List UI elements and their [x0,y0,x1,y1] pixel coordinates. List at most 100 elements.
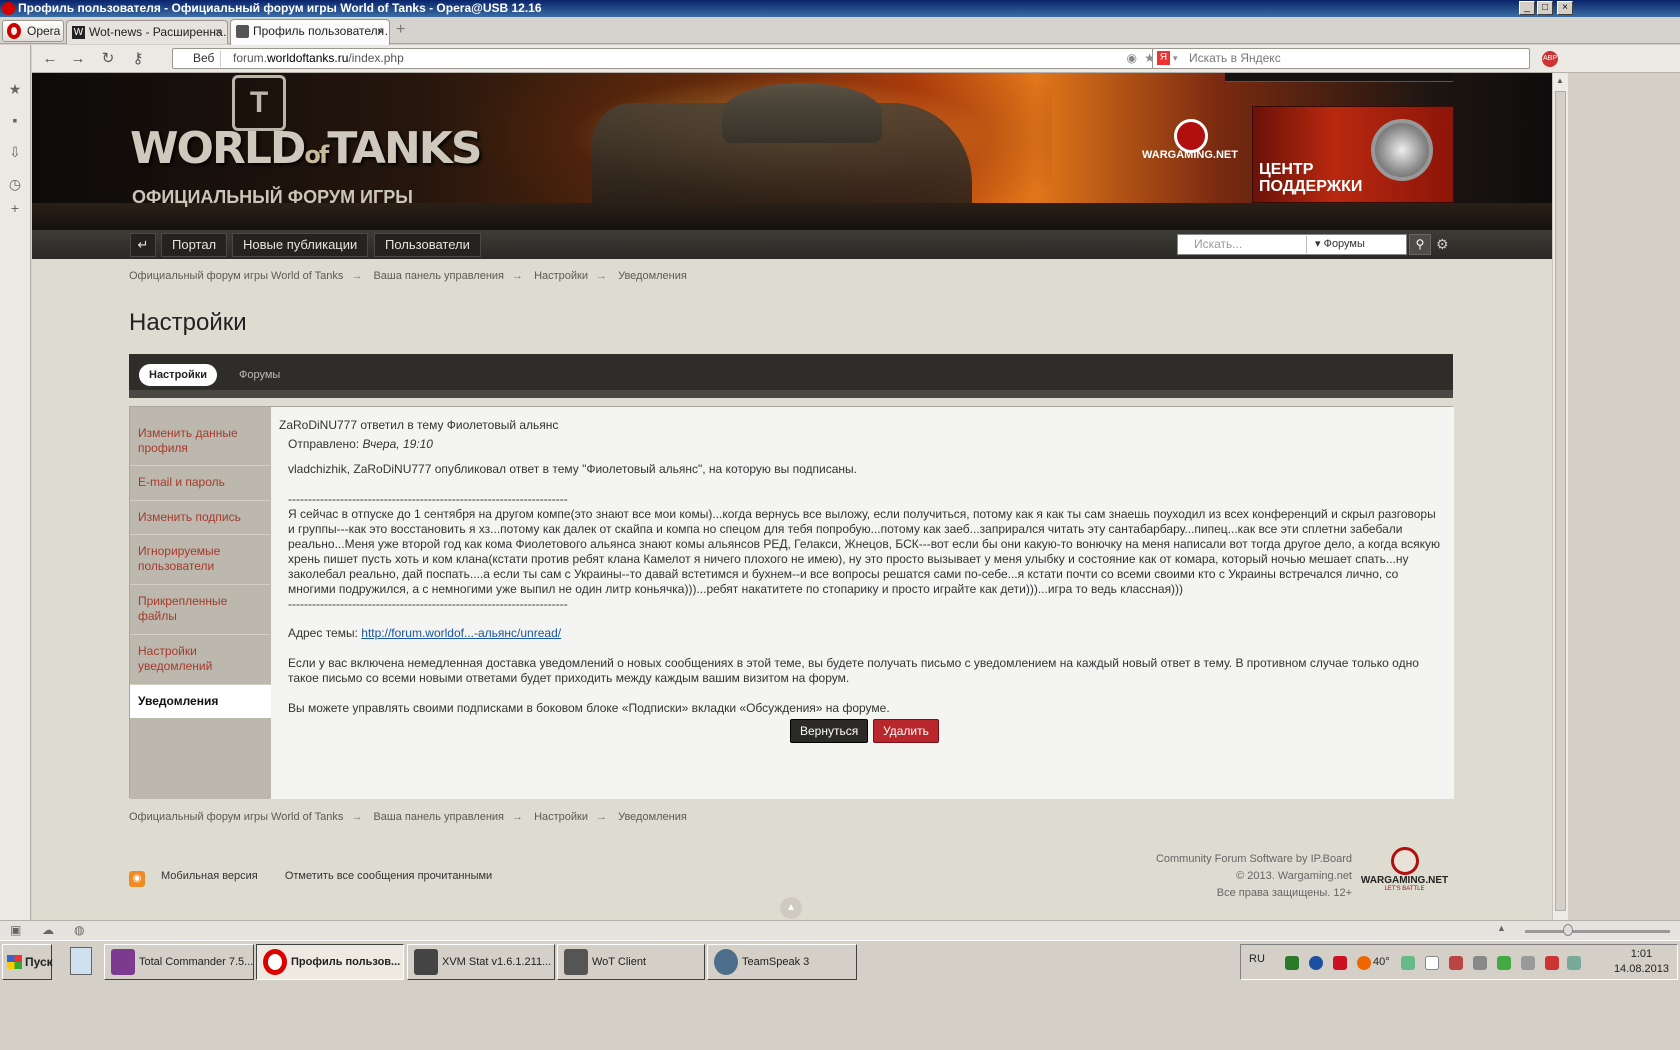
scrollbar-thumb[interactable] [1555,91,1566,911]
search-icon[interactable]: ⚲ [1409,234,1431,255]
adblock-icon[interactable]: ABP [1542,51,1558,67]
yandex-search-input[interactable]: Я ▾ Искать в Яндекс [1152,48,1530,69]
back-button[interactable]: Вернуться [790,719,869,743]
breadcrumb-item[interactable]: Настройки [534,270,588,282]
security-icon[interactable] [1497,956,1511,970]
topic-link[interactable]: http://forum.worldof...-альянс/unread/ [361,626,561,640]
sidebar-item-attachments[interactable]: Прикрепленные файлы [130,585,270,635]
nav-users[interactable]: Пользователи [374,233,481,257]
sidebar-item-ignored-users[interactable]: Игнорируемые пользователи [130,535,270,585]
address-badge[interactable]: Веб [177,50,222,67]
close-button[interactable]: × [1557,1,1573,15]
speed-dial-icon[interactable]: ◍ [74,923,84,937]
support-center-link[interactable]: ЦЕНТР ПОДДЕРЖКИ [1252,106,1454,203]
close-tab-icon[interactable]: × [215,21,222,43]
window-titlebar: Профиль пользователя - Официальный форум… [0,0,1680,17]
zoom-slider-knob[interactable] [1563,924,1573,936]
site-banner: T WORLDofTANKS ОФИЦИАЛЬНЫЙ ФОРУМ ИГРЫ WA… [32,73,1552,230]
forward-arrow-icon[interactable]: → [68,49,88,69]
scroll-up-icon[interactable]: ▲ [1556,76,1564,85]
page-scrollbar[interactable]: ▲ [1552,73,1568,920]
volume-icon[interactable] [1473,956,1487,970]
downloads-icon[interactable]: ⇩ [7,144,23,160]
app-tray-icon[interactable] [1449,956,1463,970]
gear-icon[interactable]: ⚙ [1436,236,1449,253]
tab-settings[interactable]: Настройки [139,364,218,386]
globe-icon[interactable] [1309,956,1323,970]
rss-feed-icon[interactable]: ◉ [1127,49,1137,68]
close-tab-icon[interactable]: × [377,20,384,42]
forum-search-input[interactable]: Искать... ▾ Форумы [1177,234,1407,255]
browser-tab-profile[interactable]: Профиль пользователя… × [230,19,390,45]
wot-favicon [236,25,249,38]
key-icon[interactable]: ⚷ [128,49,148,69]
browser-tab-wot-news[interactable]: W Wot-news - Расширенна… × [66,20,228,44]
sidebar-item-notifications[interactable]: Уведомления [130,685,272,718]
scroll-to-top-icon[interactable]: ▲ [780,897,802,919]
mobile-version-link[interactable]: Мобильная версия [161,870,258,882]
breadcrumb-item[interactable]: Официальный форум игры World of Tanks [129,811,343,823]
breadcrumb-item[interactable]: Ваша панель управления [373,270,504,282]
breadcrumb-item[interactable]: Уведомления [618,270,687,282]
breadcrumb-item[interactable]: Официальный форум игры World of Tanks [129,270,343,282]
nav-new-posts[interactable]: Новые публикации [232,233,369,257]
network-activity-icon[interactable] [1567,956,1581,970]
wargaming-logo[interactable]: WARGAMING.NET [1142,119,1238,161]
task-total-commander[interactable]: Total Commander 7.5... [104,944,254,980]
settings-panel: Изменить данные профиля E-mail и пароль … [129,406,1454,799]
sidebar-item-email-password[interactable]: E-mail и пароль [130,466,270,501]
display-icon[interactable] [1425,956,1439,970]
wot-logo[interactable]: WORLDofTANKS [130,123,483,174]
opera-logo-icon [7,23,21,39]
update-icon[interactable] [1357,956,1371,970]
tab-forums[interactable]: Форумы [239,364,280,386]
wargaming-footer-logo[interactable]: WARGAMING.NET LET'S BATTLE [1357,847,1452,897]
calculator-icon[interactable] [70,947,92,975]
task-teamspeak[interactable]: TeamSpeak 3 [707,944,857,980]
task-opera[interactable]: Профиль пользов... [256,944,404,980]
address-bar[interactable]: Веб forum.worldoftanks.ru/index.php ◉ ★ [172,48,1162,69]
zoom-toggle-icon[interactable]: ▲ [1497,923,1506,933]
alert-icon[interactable] [1545,956,1559,970]
delete-button[interactable]: Удалить [873,719,939,743]
chevron-down-icon[interactable]: ▾ [1173,49,1178,68]
opera-menu-button[interactable]: Opera [2,20,64,42]
copyright: Community Forum Software by IP.Board © 2… [1155,853,1352,899]
reload-icon[interactable]: ↻ [98,49,118,69]
task-xvm-stat[interactable]: XVM Stat v1.6.1.211... [407,944,555,980]
panel-toggle-icon[interactable]: ▣ [10,923,21,937]
maximize-button[interactable]: □ [1537,1,1553,15]
breadcrumb-item[interactable]: Ваша панель управления [373,811,504,823]
back-arrow-icon[interactable]: ← [40,49,60,69]
breadcrumb-item[interactable]: Уведомления [618,811,687,823]
bookmarks-star-icon[interactable]: ★ [7,81,23,97]
sidebar-item-signature[interactable]: Изменить подпись [130,501,270,535]
shield-icon[interactable] [1333,956,1347,970]
topic-address: Адрес темы: http://forum.worldof...-алья… [288,626,562,640]
task-wot-client[interactable]: WoT Client [557,944,705,980]
history-clock-icon[interactable]: ◷ [7,176,23,192]
mark-all-read-link[interactable]: Отметить все сообщения прочитанными [285,870,492,882]
temperature-indicator[interactable]: 40° [1373,956,1390,968]
sidebar-item-notification-settings[interactable]: Настройки уведомлений [130,635,270,685]
breadcrumb-item[interactable]: Настройки [534,811,588,823]
nav-portal[interactable]: Портал [161,233,228,257]
windows-taskbar: Пуск Total Commander 7.5... Профиль поль… [0,940,1680,1050]
zoom-slider[interactable] [1525,930,1670,933]
new-tab-icon[interactable]: + [396,21,405,39]
system-tray: 40° 1:01 14.08.2013 [1240,944,1678,980]
monitor-icon[interactable] [1401,956,1415,970]
sidebar-item-edit-profile[interactable]: Изменить данные профиля [130,417,270,466]
start-button[interactable]: Пуск [2,944,53,980]
usb-icon[interactable] [1521,956,1535,970]
breadcrumb-bottom: Официальный форум игры World of Tanks → В… [129,811,687,823]
notes-icon[interactable]: ▪ [7,112,23,128]
minimize-button[interactable]: _ [1519,1,1535,15]
add-panel-icon[interactable]: + [7,200,23,216]
search-scope-select[interactable]: ▾ Форумы [1306,236,1365,253]
turbo-cloud-icon[interactable]: ☁ [42,923,54,937]
network-icon[interactable] [1285,956,1299,970]
tank-image [592,103,972,213]
home-enter-icon[interactable]: ↵ [130,233,156,257]
clock[interactable]: 1:01 14.08.2013 [1614,947,1669,977]
